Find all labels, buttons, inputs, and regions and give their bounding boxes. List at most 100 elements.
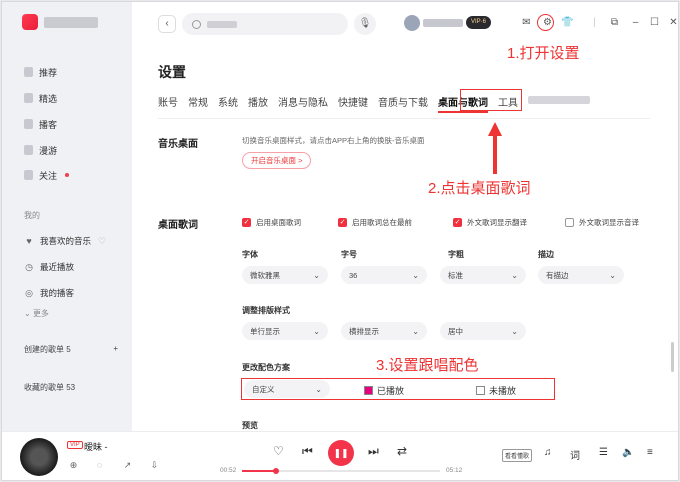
- pause-icon: ❚❚: [333, 448, 349, 458]
- collected-playlists-header[interactable]: 收藏的歌单 53: [24, 382, 118, 393]
- heart-icon: ♥: [26, 236, 32, 246]
- song-title[interactable]: 暧昧 -: [84, 440, 108, 453]
- color-scheme-label: 更改配色方案: [242, 363, 290, 372]
- sidebar-item-label: 最近播放: [40, 262, 75, 272]
- lyrics-icon[interactable]: 词: [570, 447, 580, 462]
- weight-select[interactable]: 标准 ⌄: [440, 266, 526, 284]
- sidebar-item-follow[interactable]: 关注: [24, 168, 70, 182]
- font-label: 字体: [242, 250, 258, 259]
- sidebar-item-my-podcast[interactable]: ◎ 我的播客: [24, 287, 74, 299]
- mini-mode-icon[interactable]: ⧉: [608, 16, 621, 29]
- minimize-icon[interactable]: –: [629, 16, 642, 29]
- font-select[interactable]: 微软雅黑 ⌄: [242, 266, 328, 284]
- username-blurred[interactable]: [423, 19, 463, 27]
- logo-icon: [22, 14, 38, 30]
- line-mode-select[interactable]: 单行显示 ⌄: [242, 322, 328, 340]
- album-cover[interactable]: [20, 438, 58, 476]
- download-icon[interactable]: ⇩: [149, 460, 160, 471]
- sidebar-item-recommend[interactable]: 推荐: [24, 65, 57, 79]
- more-toggle[interactable]: ⌄ 更多: [24, 308, 49, 319]
- notification-dot: [65, 173, 70, 177]
- more-label: 更多: [32, 309, 49, 318]
- voice-search-button[interactable]: 🎙: [354, 13, 376, 35]
- stroke-select[interactable]: 有描边 ⌄: [538, 266, 624, 284]
- select-value: 有描边: [546, 270, 569, 280]
- equalizer-icon[interactable]: ♫: [544, 447, 552, 458]
- mail-icon[interactable]: ✉: [520, 16, 533, 29]
- preview-label: 预览: [242, 421, 258, 430]
- previous-icon[interactable]: ⏮: [302, 444, 313, 459]
- tab-quality[interactable]: 音质与下载: [378, 94, 428, 113]
- orientation-select[interactable]: 横排显示 ⌄: [341, 322, 427, 340]
- alignment-select[interactable]: 居中 ⌄: [440, 322, 526, 340]
- next-icon[interactable]: ⏭: [368, 444, 379, 459]
- select-value: 36: [349, 270, 358, 280]
- sidebar-item-roam[interactable]: 漫游: [24, 143, 57, 157]
- created-playlists-header[interactable]: 创建的歌单 5 +: [24, 344, 118, 355]
- checkbox-label: 启用歌词总在最前: [352, 218, 412, 227]
- sidebar-item-label: 关注: [39, 170, 58, 181]
- app-logo: [22, 14, 98, 30]
- tab-playback[interactable]: 播放: [248, 94, 268, 113]
- podcast-icon: ◎: [25, 288, 33, 298]
- sidebar-item-featured[interactable]: 精选: [24, 91, 57, 105]
- add-to-playlist-icon[interactable]: ⊕: [68, 460, 79, 471]
- vip-tag: VIP: [67, 441, 83, 449]
- tab-privacy[interactable]: 消息与隐私: [278, 94, 328, 113]
- scrollbar[interactable]: [671, 342, 674, 372]
- checkbox-enable-lyrics[interactable]: ✓ 启用桌面歌词: [242, 217, 301, 228]
- music-desktop-title: 音乐桌面: [158, 139, 198, 150]
- top-bar: ‹ 🎙 VIP·6 ✉ ⚙ 👕 | ⧉ – ☐ ✕: [132, 2, 678, 46]
- progress-fill: [242, 470, 276, 472]
- mic-icon: 🎙: [358, 18, 372, 29]
- tab-account[interactable]: 账号: [158, 94, 178, 113]
- like-icon[interactable]: ♡: [273, 444, 284, 458]
- follow-icon: [24, 170, 33, 180]
- shield-icon: ♡: [97, 236, 107, 246]
- checkbox-show-translation[interactable]: ✓ 外文歌词显示翻译: [453, 217, 527, 228]
- user-avatar[interactable]: [404, 15, 420, 31]
- chevron-down-icon: ⌄: [412, 326, 419, 336]
- sidebar-item-liked-music[interactable]: ♥ 我喜欢的音乐 ♡: [24, 235, 107, 247]
- add-playlist-icon[interactable]: +: [113, 344, 118, 355]
- checkbox-label: 外文歌词显示翻译: [467, 218, 527, 227]
- app-window: 推荐 精选 播客 漫游 关注 我的 ♥ 我喜欢的音乐 ♡ ◷ 最近播放 ◎ 我的…: [1, 1, 679, 481]
- weight-label: 字粗: [448, 250, 464, 259]
- annotation-step3: 3.设置跟唱配色: [376, 357, 479, 374]
- sidebar: 推荐 精选 播客 漫游 关注 我的 ♥ 我喜欢的音乐 ♡ ◷ 最近播放 ◎ 我的…: [2, 2, 132, 433]
- sidebar-item-podcast[interactable]: 播客: [24, 117, 57, 131]
- created-playlists-label: 创建的歌单 5: [24, 345, 71, 354]
- pause-button[interactable]: ❚❚: [328, 440, 354, 466]
- search-input[interactable]: [182, 13, 348, 35]
- podcast-nav-icon: [24, 119, 33, 129]
- checkbox-always-on-top[interactable]: ✓ 启用歌词总在最前: [338, 217, 412, 228]
- layout-label: 调整排版样式: [242, 306, 290, 315]
- desktop-lyrics-title: 桌面歌词: [158, 220, 198, 231]
- search-placeholder-blurred: [207, 20, 237, 28]
- sidebar-item-label: 推荐: [39, 67, 58, 78]
- share-icon[interactable]: ↗: [122, 460, 133, 471]
- back-button[interactable]: ‹: [158, 15, 176, 33]
- progress-knob[interactable]: [272, 468, 279, 474]
- volume-icon[interactable]: 🔈: [622, 447, 634, 458]
- vip-badge[interactable]: VIP·6: [466, 16, 492, 29]
- open-music-desktop-button[interactable]: 开启音乐桌面 >: [242, 152, 312, 169]
- sidebar-item-label: 播客: [39, 119, 58, 130]
- lyrics-mode-button[interactable]: 看看懂歌: [502, 449, 533, 462]
- tab-shortcuts[interactable]: 快捷键: [338, 94, 368, 113]
- progress-bar[interactable]: [242, 468, 440, 474]
- active-tab-highlight-box: [460, 89, 522, 111]
- tab-general[interactable]: 常规: [188, 94, 208, 113]
- comment-icon[interactable]: ◌: [94, 460, 105, 471]
- sidebar-item-recent[interactable]: ◷ 最近播放: [24, 261, 74, 273]
- skin-icon[interactable]: 👕: [561, 16, 574, 29]
- checkbox-show-transliteration[interactable]: 外文歌词显示音译: [565, 217, 639, 228]
- queue-icon[interactable]: ≡: [647, 447, 653, 458]
- tab-system[interactable]: 系统: [218, 94, 238, 113]
- tab-blurred[interactable]: [528, 96, 590, 104]
- maximize-icon[interactable]: ☐: [648, 16, 661, 29]
- close-icon[interactable]: ✕: [667, 16, 678, 29]
- repeat-icon[interactable]: ⇄: [397, 444, 407, 458]
- playlist-mode-icon[interactable]: ☰: [599, 447, 608, 458]
- size-select[interactable]: 36 ⌄: [341, 266, 427, 284]
